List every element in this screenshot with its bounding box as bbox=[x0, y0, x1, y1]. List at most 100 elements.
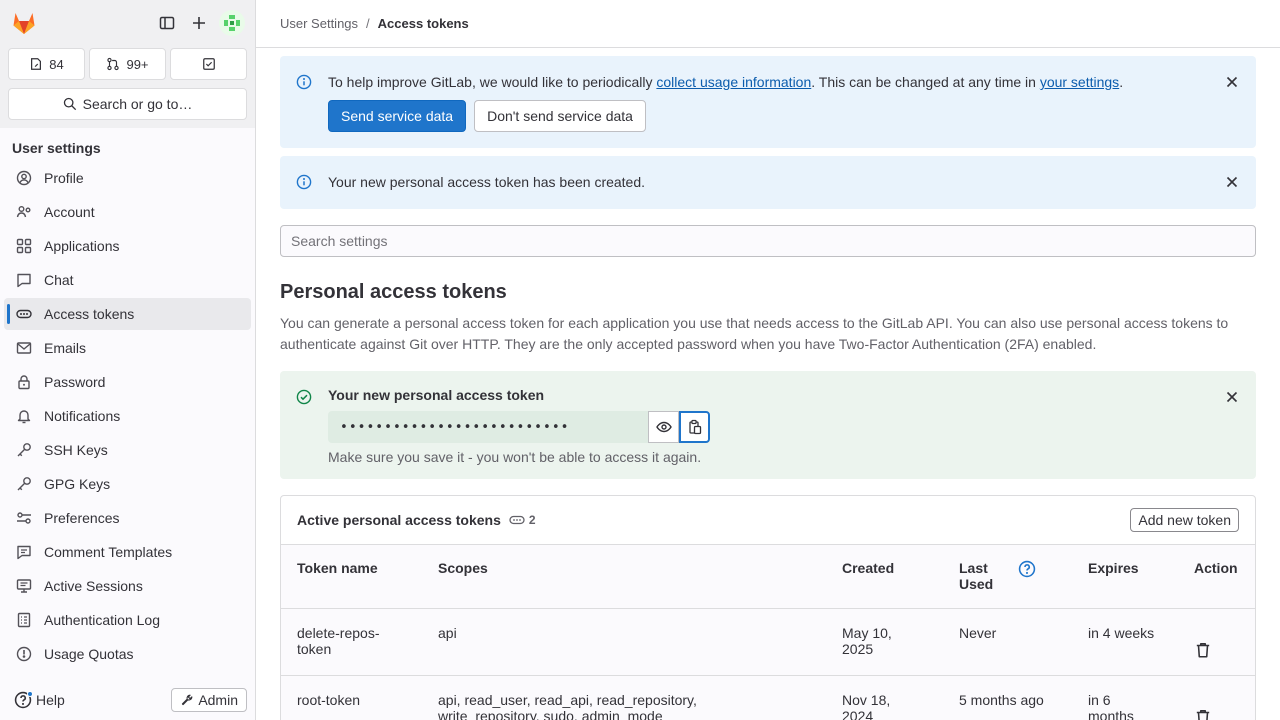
token-count-badge: 2 bbox=[509, 512, 536, 528]
applications-icon bbox=[16, 238, 32, 254]
sidebar-footer: Help Admin bbox=[0, 680, 255, 720]
close-icon[interactable] bbox=[1224, 174, 1240, 190]
admin-label: Admin bbox=[198, 692, 238, 708]
sidebar-item-label: Preferences bbox=[44, 510, 120, 526]
usage-alert-text-end: . bbox=[1119, 74, 1124, 90]
column-header[interactable]: Token name bbox=[281, 545, 422, 609]
sidebar: 84 99+ Search or go to… User settings Pr… bbox=[0, 0, 256, 720]
token-created-alert: Your new personal access token has been … bbox=[280, 156, 1256, 209]
copy-token-button[interactable] bbox=[679, 411, 710, 443]
search-label: Search or go to… bbox=[82, 96, 193, 112]
preferences-icon bbox=[17, 512, 31, 524]
token-scopes: api, read_user, read_api, read_repositor… bbox=[422, 675, 826, 720]
search-icon bbox=[63, 97, 76, 111]
main-content: To help improve GitLab, we would like to… bbox=[280, 56, 1256, 720]
sidebar-item-chat[interactable]: Chat bbox=[4, 264, 251, 296]
usage-alert-text-start: To help improve GitLab, we would like to… bbox=[328, 74, 657, 90]
token-last-used: Never bbox=[943, 608, 1072, 676]
question-icon[interactable] bbox=[1018, 560, 1036, 578]
issues-count-button[interactable]: 84 bbox=[8, 48, 85, 80]
sidebar-item-applications[interactable]: Applications bbox=[4, 230, 251, 262]
admin-button[interactable]: Admin bbox=[171, 688, 247, 712]
token-expires: in 6 months bbox=[1072, 675, 1178, 720]
close-icon[interactable] bbox=[1224, 389, 1240, 405]
send-service-data-button[interactable]: Send service data bbox=[328, 100, 467, 132]
column-header: Last Used bbox=[959, 560, 994, 592]
sidebar-item-gpg-keys[interactable]: GPG Keys bbox=[4, 468, 251, 500]
monitor-icon bbox=[16, 579, 32, 593]
search-button[interactable]: Search or go to… bbox=[8, 88, 247, 120]
sidebar-item-label: Password bbox=[44, 374, 106, 390]
help-button[interactable]: Help bbox=[8, 691, 65, 709]
merge-requests-count-button[interactable]: 99+ bbox=[89, 48, 166, 80]
token-name: delete-repos-token bbox=[281, 608, 422, 676]
token-expires: in 4 weeks bbox=[1072, 608, 1178, 676]
breadcrumb-separator: / bbox=[366, 16, 370, 31]
sidebar-item-preferences[interactable]: Preferences bbox=[4, 502, 251, 534]
sidebar-item-label: Active Sessions bbox=[44, 578, 143, 594]
token-created-text: Your new personal access token has been … bbox=[328, 174, 646, 190]
sidebar-item-label: Account bbox=[44, 204, 95, 220]
log-icon bbox=[17, 612, 31, 628]
sidebar-item-ssh-keys[interactable]: SSH Keys bbox=[4, 434, 251, 466]
sidebar-item-label: Access tokens bbox=[44, 306, 135, 322]
search-settings-input[interactable]: Search settings bbox=[280, 225, 1256, 257]
show-token-button[interactable] bbox=[648, 411, 679, 443]
token-value-field[interactable]: •••••••••••••••••••••••••• bbox=[328, 411, 648, 443]
issues-count: 84 bbox=[49, 56, 64, 72]
wrench-icon bbox=[182, 694, 193, 706]
table-row: root-token api, read_user, read_api, rea… bbox=[281, 675, 1255, 720]
quota-icon bbox=[16, 646, 32, 662]
sidebar-item-account[interactable]: Account bbox=[4, 196, 251, 228]
key-icon bbox=[17, 477, 31, 491]
info-icon bbox=[296, 174, 312, 190]
sidebar-item-authentication-log[interactable]: Authentication Log bbox=[4, 604, 251, 636]
sidebar-toggle-icon[interactable] bbox=[151, 7, 183, 39]
notification-dot bbox=[27, 691, 33, 697]
sidebar-item-access-tokens[interactable]: Access tokens bbox=[4, 298, 251, 330]
trash-icon[interactable] bbox=[1194, 641, 1239, 659]
sidebar-item-profile[interactable]: Profile bbox=[4, 162, 251, 194]
lock-icon bbox=[18, 375, 30, 390]
collect-usage-link[interactable]: collect usage information bbox=[656, 74, 811, 90]
sidebar-item-usage-quotas[interactable]: Usage Quotas bbox=[4, 638, 251, 670]
sidebar-item-active-sessions[interactable]: Active Sessions bbox=[4, 570, 251, 602]
column-header[interactable]: Created bbox=[826, 545, 943, 609]
todo-icon bbox=[202, 58, 215, 70]
breadcrumb: User Settings / Access tokens bbox=[256, 0, 1280, 48]
plus-icon[interactable] bbox=[183, 7, 215, 39]
todos-button[interactable] bbox=[170, 48, 247, 80]
token-scopes: api bbox=[422, 608, 826, 676]
eye-icon bbox=[655, 421, 672, 433]
sidebar-item-password[interactable]: Password bbox=[4, 366, 251, 398]
sidebar-heading: User settings bbox=[12, 140, 101, 156]
new-token-alert: Your new personal access token •••••••••… bbox=[280, 371, 1256, 479]
your-settings-link[interactable]: your settings bbox=[1040, 74, 1119, 90]
sidebar-item-notifications[interactable]: Notifications bbox=[4, 400, 251, 432]
sidebar-item-label: Emails bbox=[44, 340, 87, 356]
token-action bbox=[1178, 675, 1255, 720]
tokens-table: Token name Scopes Created Last Used Expi… bbox=[281, 545, 1255, 720]
avatar[interactable] bbox=[219, 10, 245, 36]
sidebar-item-emails[interactable]: Emails bbox=[4, 332, 251, 364]
gitlab-logo-icon[interactable] bbox=[10, 9, 38, 37]
dont-send-service-data-button[interactable]: Don't send service data bbox=[474, 100, 646, 132]
chat-icon bbox=[17, 273, 31, 288]
column-header[interactable]: Expires bbox=[1072, 545, 1178, 609]
bell-icon bbox=[17, 410, 31, 424]
column-header-last-used[interactable]: Last Used bbox=[943, 545, 1072, 609]
token-field-group: •••••••••••••••••••••••••• bbox=[328, 411, 1208, 443]
close-icon[interactable] bbox=[1224, 74, 1240, 90]
sidebar-top: 84 99+ Search or go to… bbox=[0, 0, 255, 128]
breadcrumb-parent[interactable]: User Settings bbox=[280, 16, 358, 31]
account-icon bbox=[16, 206, 31, 218]
add-new-token-button[interactable]: Add new token bbox=[1130, 508, 1239, 532]
info-icon bbox=[296, 74, 312, 90]
sidebar-nav: Profile Account Applications Chat Access… bbox=[0, 162, 255, 670]
token-action bbox=[1178, 608, 1255, 676]
trash-icon[interactable] bbox=[1194, 708, 1239, 720]
sidebar-item-comment-templates[interactable]: Comment Templates bbox=[4, 536, 251, 568]
usage-data-alert: To help improve GitLab, we would like to… bbox=[280, 56, 1256, 148]
token-created: Nov 18, 2024 bbox=[826, 675, 943, 720]
breadcrumb-current[interactable]: Access tokens bbox=[378, 16, 469, 31]
